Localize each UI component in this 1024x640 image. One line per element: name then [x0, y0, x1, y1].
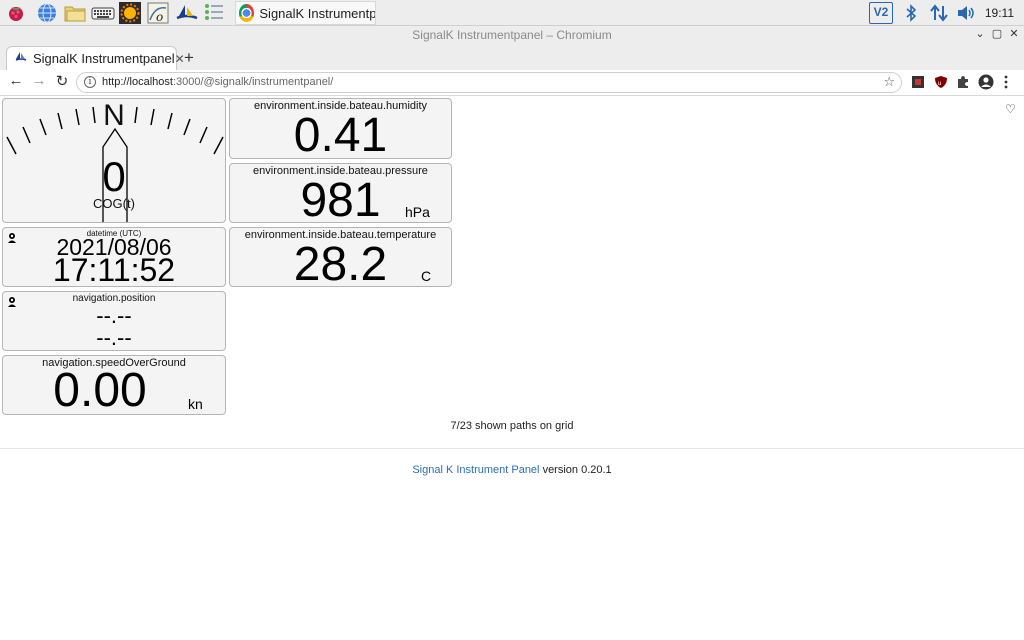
- vnc-icon-label: V2: [869, 2, 893, 24]
- browser-globe-icon[interactable]: [36, 2, 58, 24]
- temperature-unit: C: [421, 268, 432, 284]
- extension-dark-icon[interactable]: [911, 75, 925, 89]
- window-titlebar[interactable]: SignalK Instrumentpanel – Chromium ⌄ ▢ ✕: [0, 26, 1024, 45]
- new-tab-button[interactable]: +: [184, 48, 194, 68]
- keyboard-icon[interactable]: [91, 2, 115, 24]
- temperature-value: 28.2: [293, 238, 388, 287]
- bookmark-star-icon[interactable]: ☆: [883, 74, 895, 90]
- close-window-icon[interactable]: ✕: [1006, 27, 1022, 40]
- back-icon[interactable]: ←: [6, 72, 26, 89]
- ublock-shield-icon[interactable]: u: [934, 75, 948, 89]
- forward-icon[interactable]: →: [29, 72, 49, 89]
- tab-signalk-instrumentpanel[interactable]: SignalK Instrumentpanel ✕: [6, 46, 185, 70]
- signalk-favicon-icon: [15, 51, 27, 66]
- url-path: :3000/@signalk/instrumentpanel/: [172, 76, 334, 88]
- chart-plotter-icon[interactable]: o: [147, 2, 169, 24]
- reload-icon[interactable]: ↻: [52, 72, 72, 90]
- raspberry-menu-icon[interactable]: [5, 2, 27, 24]
- tab-strip: SignalK Instrumentpanel ✕ +: [0, 45, 1024, 70]
- network-transfer-icon[interactable]: [928, 0, 950, 26]
- signalk-app-icon[interactable]: [175, 2, 198, 24]
- cog-value: 0: [102, 153, 126, 200]
- profile-avatar-icon[interactable]: [978, 74, 994, 90]
- browser-menu-icon[interactable]: [1003, 75, 1011, 89]
- browser-toolbar: ← → ↻ i http://localhost:3000/@signalk/i…: [0, 70, 1024, 96]
- svg-text:o: o: [156, 10, 163, 24]
- speed-value: 0.00: [53, 364, 147, 415]
- bluetooth-icon[interactable]: [902, 0, 920, 26]
- address-bar[interactable]: i http://localhost:3000/@signalk/instrum…: [76, 72, 902, 93]
- compass-panel[interactable]: N 0 COG(t): [2, 98, 226, 223]
- compass-heading-letter: N: [103, 99, 125, 132]
- pressure-panel[interactable]: environment.inside.bateau.pressure 981 h…: [229, 163, 452, 223]
- grid-paths-info: 7/23 shown paths on grid: [450, 420, 574, 432]
- taskbar: o SignalK Instrumentpa... V2 19:11: [0, 0, 1024, 26]
- pressure-unit: hPa: [405, 204, 430, 220]
- datetime-panel[interactable]: datetime (UTC) 2021/08/06 17:11:52: [2, 227, 226, 287]
- footer-link[interactable]: Signal K Instrument Panel: [412, 464, 539, 476]
- svg-text:u: u: [938, 80, 942, 87]
- chevron-down-icon[interactable]: ⌄: [972, 27, 988, 40]
- tab-label: SignalK Instrumentpanel: [33, 51, 175, 66]
- temperature-panel[interactable]: environment.inside.bateau.temperature 28…: [229, 227, 452, 287]
- footer: Signal K Instrument Panel version 0.20.1: [0, 464, 1024, 476]
- position-panel[interactable]: navigation.position --.-- --.--: [2, 291, 226, 351]
- url-text[interactable]: http://localhost:3000/@signalk/instrumen…: [102, 76, 333, 88]
- speed-unit: kn: [188, 396, 203, 412]
- heart-icon[interactable]: ♡: [1005, 102, 1016, 116]
- maximize-icon[interactable]: ▢: [989, 27, 1005, 40]
- humidity-panel[interactable]: environment.inside.bateau.humidity 0.41: [229, 98, 452, 159]
- position-longitude: --.--: [96, 325, 132, 350]
- footer-divider: [0, 448, 1024, 449]
- vnc-icon[interactable]: V2: [868, 0, 894, 26]
- taskbar-window-label: SignalK Instrumentpa...: [259, 5, 375, 21]
- humidity-value: 0.41: [293, 109, 388, 159]
- site-info-icon[interactable]: i: [84, 76, 96, 88]
- chromium-icon: [239, 4, 255, 22]
- window-title: SignalK Instrumentpanel – Chromium: [412, 28, 612, 42]
- datetime-time: 17:11:52: [52, 252, 176, 287]
- cog-label: COG(t): [93, 196, 135, 211]
- taskbar-window-chromium[interactable]: SignalK Instrumentpa...: [235, 1, 376, 25]
- sun-app-icon[interactable]: [119, 2, 141, 24]
- extensions-puzzle-icon[interactable]: [956, 75, 970, 89]
- url-host: http://localhost: [102, 76, 173, 88]
- footer-version: version 0.20.1: [542, 464, 612, 476]
- volume-icon[interactable]: [955, 0, 977, 26]
- clock[interactable]: 19:11: [985, 0, 1014, 26]
- task-list-icon[interactable]: [203, 2, 225, 24]
- speed-panel[interactable]: navigation.speedOverGround 0.00 kn: [2, 355, 226, 415]
- file-manager-icon[interactable]: [63, 2, 86, 24]
